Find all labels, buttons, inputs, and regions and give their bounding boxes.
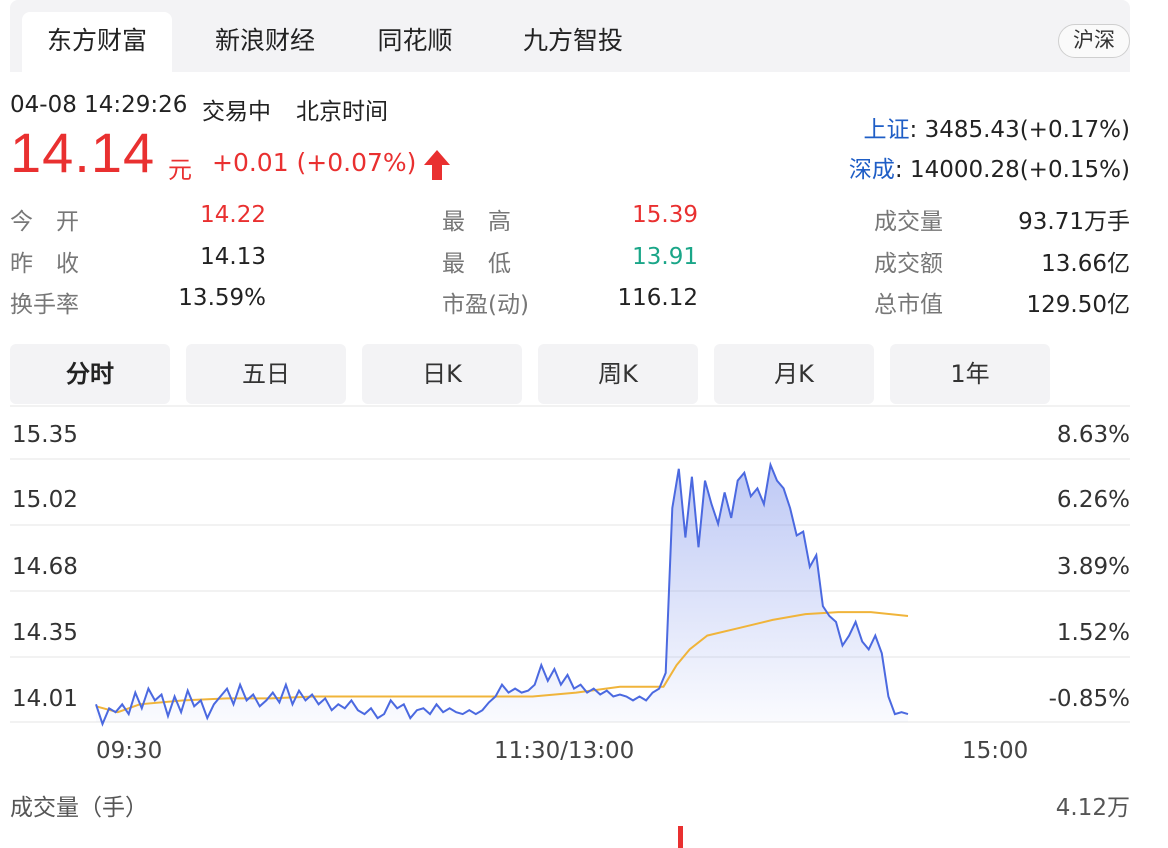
chart-grid <box>10 405 1130 723</box>
volume-max-label: 4.12万 <box>1055 795 1130 821</box>
volume-title: 成交量（手） <box>10 795 148 821</box>
intraday-chart <box>10 405 1130 848</box>
volume-bar <box>678 826 683 848</box>
